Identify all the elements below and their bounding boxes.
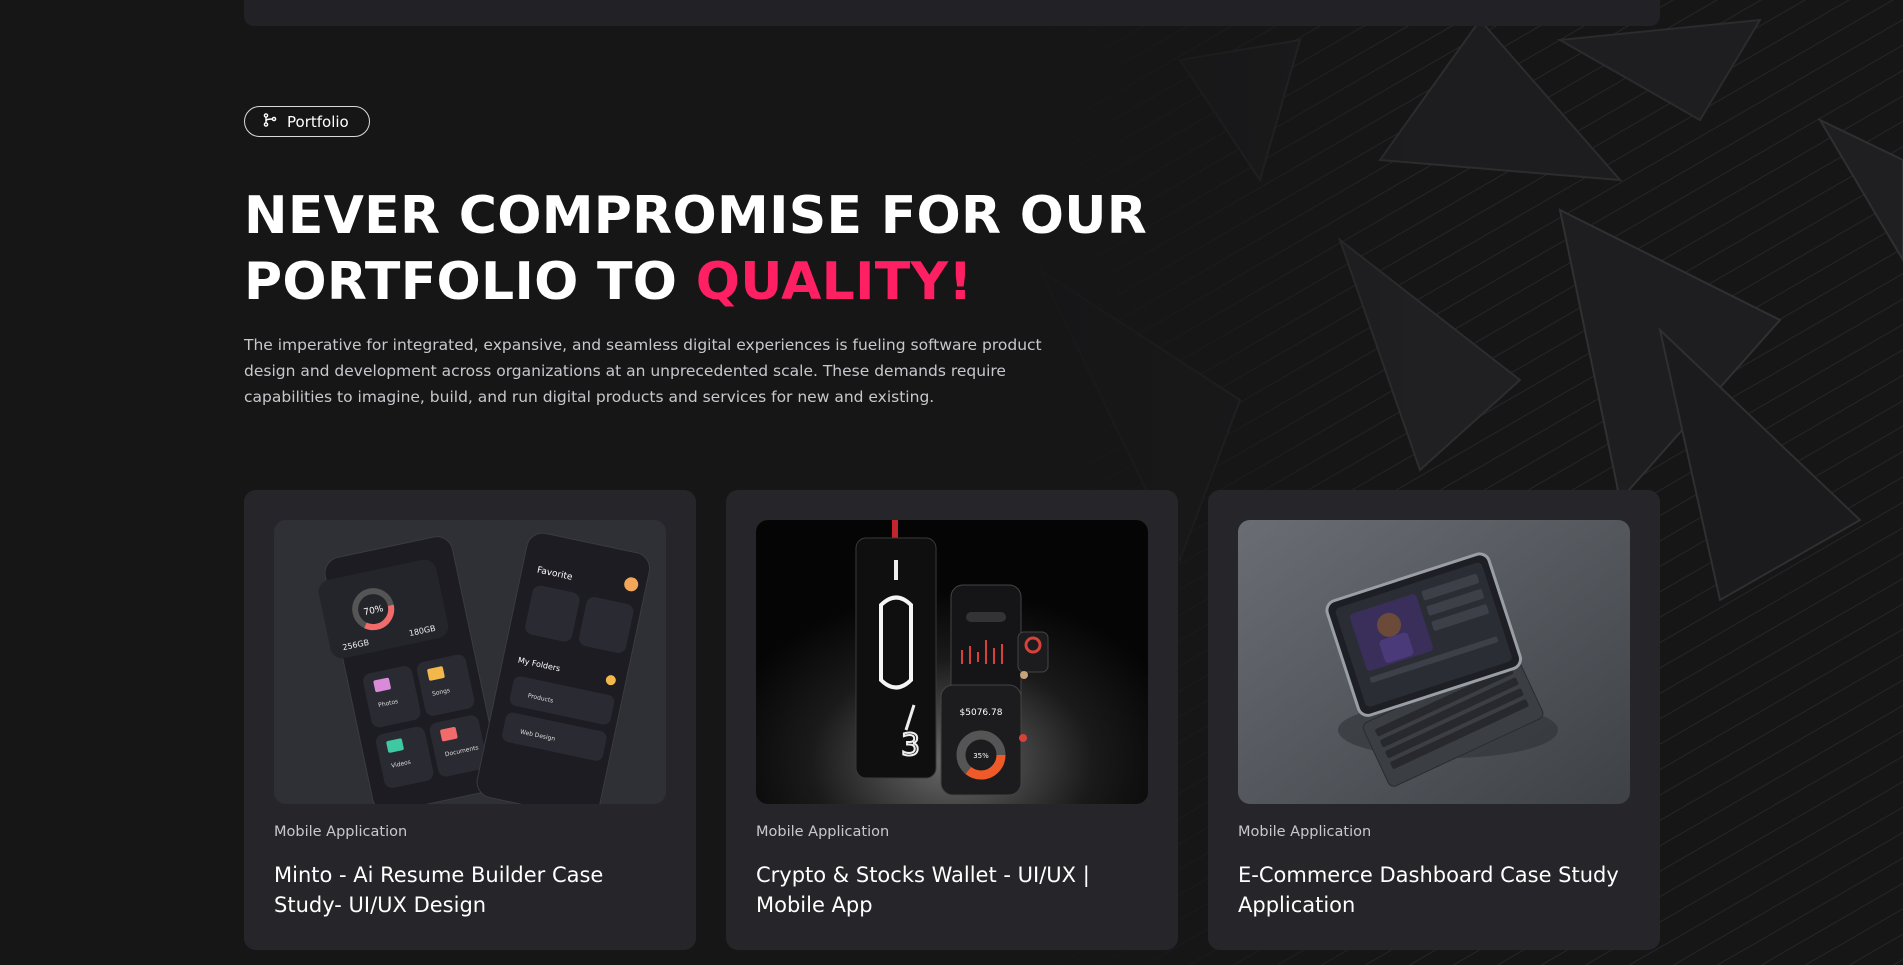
card-category: Mobile Application: [1238, 824, 1372, 840]
section-headline: NEVER COMPROMISE FOR OUR PORTFOLIO TO QU…: [244, 183, 1147, 315]
portfolio-badge: Portfolio: [244, 106, 370, 137]
headline-line2: PORTFOLIO TO: [244, 252, 696, 312]
portfolio-card[interactable]: 3 $5076.78 35% Mobile Application Crypto…: [726, 490, 1178, 950]
crypto-wallet-image: 3 $5076.78 35%: [756, 520, 1148, 804]
card-image[interactable]: 3 $5076.78 35%: [756, 520, 1148, 804]
mockup-donut: 35%: [973, 752, 989, 760]
badge-label: Portfolio: [287, 112, 349, 131]
card-category: Mobile Application: [274, 824, 408, 840]
phone-mockup-image: 70% 256GB 180GB Photos Songs Videos Docu…: [274, 520, 666, 804]
branch-icon: [263, 112, 277, 131]
card-title[interactable]: E-Commerce Dashboard Case Study Applicat…: [1238, 860, 1630, 920]
portfolio-card[interactable]: Mobile Application E-Commerce Dashboard …: [1208, 490, 1660, 950]
portfolio-card-list: 70% 256GB 180GB Photos Songs Videos Docu…: [244, 490, 1660, 950]
previous-section-panel: [244, 0, 1660, 26]
card-category: Mobile Application: [756, 824, 890, 840]
mockup-amount: $5076.78: [960, 708, 1003, 718]
headline-line1: NEVER COMPROMISE FOR OUR: [244, 186, 1148, 246]
card-image[interactable]: [1238, 520, 1630, 804]
card-title[interactable]: Crypto & Stocks Wallet - UI/UX | Mobile …: [756, 860, 1148, 920]
tablet-keyboard-image: [1238, 520, 1630, 804]
card-image[interactable]: 70% 256GB 180GB Photos Songs Videos Docu…: [274, 520, 666, 804]
section-description: The imperative for integrated, expansive…: [244, 336, 1042, 406]
headline-accent: QUALITY!: [695, 252, 973, 312]
svg-text:3: 3: [901, 728, 920, 763]
portfolio-card[interactable]: 70% 256GB 180GB Photos Songs Videos Docu…: [244, 490, 696, 950]
card-title[interactable]: Minto - Ai Resume Builder Case Study- UI…: [274, 860, 666, 920]
